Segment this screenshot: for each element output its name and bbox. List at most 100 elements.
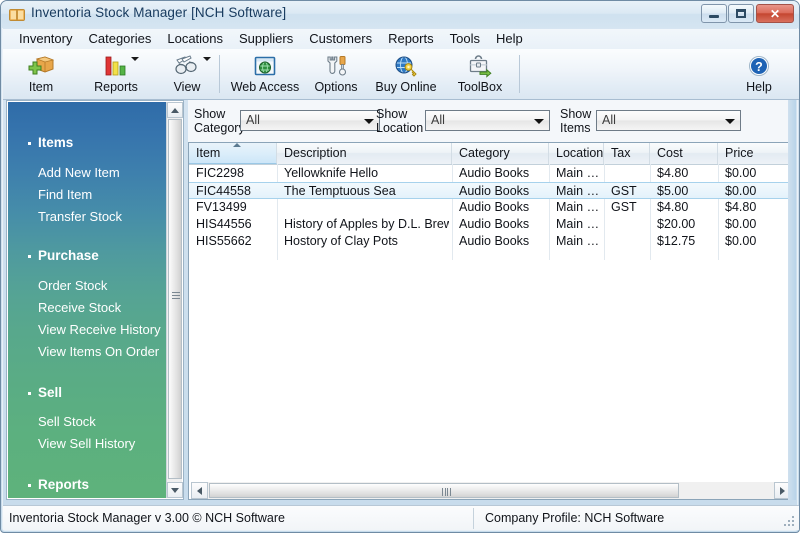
sidebar-item-sell-stock[interactable]: Sell Stock (38, 414, 96, 429)
filter-label-line1: Show (194, 107, 226, 121)
panel-right-edge (788, 100, 796, 500)
menu-item-reports[interactable]: Reports (380, 30, 442, 48)
sidebar-item-add-new-item[interactable]: Add New Item (38, 165, 120, 180)
menu-bar: Inventory Categories Locations Suppliers Cus… (3, 29, 799, 49)
toolbar-button-view[interactable]: View (158, 50, 216, 98)
table-cell-price: $0.00 (725, 166, 757, 180)
dropdown-arrow-icon[interactable] (131, 57, 139, 61)
toolbar-button-label: View (173, 80, 201, 94)
filter-select-category[interactable]: All (240, 110, 380, 131)
table-header-item[interactable]: Item (189, 143, 277, 164)
toolbar-button-item[interactable]: Item (11, 50, 71, 98)
menu-item-categories[interactable]: Categories (80, 30, 159, 48)
menu-item-inventory[interactable]: Inventory (11, 30, 80, 48)
toolbar-button-buy-online[interactable]: Buy Online (368, 50, 444, 98)
sidebar-group-items[interactable]: Items (38, 135, 73, 150)
sidebar-item-view-receive-history[interactable]: View Receive History (38, 322, 161, 337)
sidebar-item-transfer-stock[interactable]: Transfer Stock (38, 209, 122, 224)
table-row[interactable]: FIC2298 Yellowknife Hello Audio Books Main … (189, 165, 795, 182)
table-row[interactable]: HIS55662 Hostory of Clay Pots Audio Books M… (189, 233, 795, 250)
sidebar-item-view-sell-history[interactable]: View Sell History (38, 436, 135, 451)
sidebar-group-reports[interactable]: Reports (38, 477, 89, 492)
menu-item-tools[interactable]: Tools (442, 30, 488, 48)
minimize-button[interactable] (701, 4, 727, 23)
menu-item-suppliers[interactable]: Suppliers (231, 30, 301, 48)
toolbar-button-options[interactable]: Options (305, 50, 367, 98)
table-header-price[interactable]: Price (718, 143, 795, 164)
table-cell-description: The Temptuous Sea (284, 184, 396, 198)
sidebar-scroll-down-button[interactable] (167, 482, 183, 498)
table-cell-category: Audio Books (459, 234, 530, 248)
toolbar-button-reports[interactable]: Reports (81, 50, 151, 98)
table-cell-item: FV13499 (196, 200, 247, 214)
sidebar-item-order-stock[interactable]: Order Stock (38, 278, 107, 293)
toolbar-button-web-access[interactable]: Web Access (225, 50, 305, 98)
chevron-left-icon (197, 486, 202, 495)
sidebar-item-view-items-on-order[interactable]: View Items On Order (38, 344, 159, 359)
table-cell-price: $0.00 (725, 217, 757, 231)
status-bar: Inventoria Stock Manager v 3.00 © NCH So… (3, 505, 799, 530)
scroll-left-button[interactable] (191, 482, 208, 499)
filter-select-items[interactable]: All (596, 110, 741, 131)
toolbar-button-toolbox[interactable]: ToolBox (446, 50, 514, 98)
window-title: Inventoria Stock Manager [NCH Software] (31, 5, 287, 20)
table-header-category[interactable]: Category (452, 143, 549, 164)
dropdown-arrow-icon[interactable] (203, 57, 211, 61)
filter-label-category: Show Category (194, 107, 245, 135)
chevron-down-icon[interactable] (534, 119, 544, 124)
table-header-cost[interactable]: Cost (650, 143, 718, 164)
menu-item-customers[interactable]: Customers (301, 30, 380, 48)
table-row[interactable]: FIC44558 The Temptuous Sea Audio Books Main… (189, 182, 795, 199)
sidebar-scroll-up-button[interactable] (167, 102, 183, 118)
sidebar-item-find-item[interactable]: Find Item (38, 187, 92, 202)
filter-select-value: All (246, 113, 260, 127)
inventory-table: Item Description Category Location Tax Cost Pr… (188, 142, 796, 500)
table-cell-description: Hostory of Clay Pots (284, 234, 398, 248)
filter-label-location: Show Location (376, 107, 423, 135)
sidebar-group-bullet (28, 255, 31, 258)
toolbar-button-help[interactable]: ? Help (733, 50, 785, 98)
add-box-icon (28, 52, 54, 79)
sidebar-group-bullet (28, 484, 31, 487)
chevron-down-icon[interactable] (364, 119, 374, 124)
sidebar-navigation: Items Add New Item Find Item Transfer Stock… (8, 102, 167, 498)
table-header-description[interactable]: Description (277, 143, 452, 164)
scroll-grip-icon (172, 292, 180, 299)
table-cell-cost: $12.75 (657, 234, 696, 248)
resize-grip-icon[interactable] (784, 516, 796, 528)
table-cell-description: History of Apples by D.L. Brewer (284, 217, 449, 231)
table-header-location[interactable]: Location (549, 143, 604, 164)
status-version-text: Inventoria Stock Manager v 3.00 © NCH So… (9, 511, 286, 525)
binoculars-icon (173, 52, 211, 79)
toolbar-separator-0 (219, 55, 220, 93)
sidebar-group-sell[interactable]: Sell (38, 385, 62, 400)
table-row[interactable]: FV13499 Audio Books Main … GST $4.80 $4.80 (189, 199, 795, 216)
table-header-row: Item Description Category Location Tax Cost Pr… (189, 143, 795, 165)
table-cell-category: Audio Books (459, 184, 530, 198)
table-header-tax[interactable]: Tax (604, 143, 650, 164)
chevron-down-icon[interactable] (725, 119, 735, 124)
table-row[interactable]: HIS44556 History of Apples by D.L. Brewer… (189, 216, 795, 233)
maximize-button[interactable] (728, 4, 754, 23)
horizontal-scroll-thumb[interactable] (209, 483, 679, 498)
globe-key-icon (393, 52, 419, 79)
table-cell-location: Main … (556, 217, 600, 231)
globe-window-icon (252, 52, 278, 79)
sidebar-scrollbar[interactable] (166, 102, 183, 498)
table-cell-item: FIC2298 (196, 166, 244, 180)
table-cell-tax: GST (611, 184, 637, 198)
sidebar-item-receive-stock[interactable]: Receive Stock (38, 300, 121, 315)
filter-label-line1: Show (376, 107, 408, 121)
title-bar[interactable]: Inventoria Stock Manager [NCH Software] … (1, 1, 799, 28)
table-cell-price: $4.80 (725, 200, 757, 214)
sidebar-scroll-thumb[interactable] (168, 119, 182, 479)
table-cell-location: Main … (556, 166, 600, 180)
table-horizontal-scrollbar[interactable] (191, 482, 791, 499)
toolbar-button-label: Options (314, 80, 358, 94)
sidebar-group-purchase[interactable]: Purchase (38, 248, 99, 263)
menu-item-locations[interactable]: Locations (159, 30, 231, 48)
chevron-down-icon (171, 487, 179, 493)
filter-select-location[interactable]: All (425, 110, 550, 131)
menu-item-help[interactable]: Help (488, 30, 531, 48)
close-button[interactable]: ✕ (756, 4, 794, 23)
